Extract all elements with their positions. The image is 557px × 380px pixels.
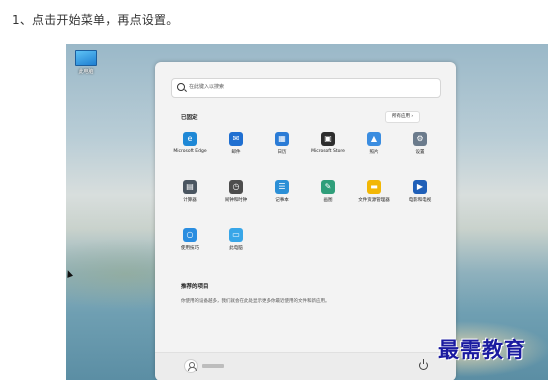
- recommended-empty-text: 你使用的设备越多，我们就会在此处显示更多你最近使用的文件和新应用。: [181, 299, 330, 304]
- pinned-app-notepad[interactable]: ☰ 记事本: [259, 180, 305, 203]
- tips-icon: ○: [183, 228, 197, 242]
- pinned-app-label: 文件资源管理器: [358, 198, 390, 203]
- watermark-logo: 最需教育: [438, 337, 526, 362]
- settings-icon: ⚙: [413, 132, 427, 146]
- pinned-section-title: 已固定: [181, 115, 198, 121]
- pinned-app-label: 画图: [323, 198, 333, 203]
- pinned-app-paint[interactable]: ✎ 画图: [305, 180, 351, 203]
- clock-icon: ◷: [229, 180, 243, 194]
- pinned-app-tips[interactable]: ○ 使用技巧: [167, 228, 213, 251]
- search-input[interactable]: [189, 81, 429, 93]
- edge-icon: e: [183, 132, 197, 146]
- all-apps-button[interactable]: 所有应用 ›: [385, 111, 421, 123]
- start-menu: 已固定 所有应用 › e Microsoft Edge ✉ 邮件 ▦ 日历 ▣ Microso…: [155, 62, 456, 380]
- pinned-app-calendar[interactable]: ▦ 日历: [259, 132, 305, 155]
- pinned-app-label: 照片: [369, 150, 379, 155]
- pinned-app-label: 闹钟和时钟: [224, 198, 248, 203]
- pinned-app-label: 记事本: [275, 198, 289, 203]
- pinned-app-label: 使用技巧: [181, 246, 199, 251]
- username-redacted[interactable]: [202, 364, 224, 368]
- file-explorer-icon: ▬: [367, 180, 381, 194]
- mouse-cursor-icon: [66, 269, 74, 278]
- paint-icon: ✎: [321, 180, 335, 194]
- movies-icon: ▶: [413, 180, 427, 194]
- this-pc-icon: ▭: [229, 228, 243, 242]
- pinned-app-photos[interactable]: ▲ 照片: [351, 132, 397, 155]
- pinned-app-this-pc[interactable]: ▭ 此电脑: [213, 228, 259, 251]
- search-box[interactable]: [171, 78, 441, 98]
- pinned-app-label: 日历: [277, 150, 287, 155]
- pinned-app-clock[interactable]: ◷ 闹钟和时钟: [213, 180, 259, 203]
- instruction-text: 1、点击开始菜单，再点设置。: [12, 13, 179, 27]
- store-icon: ▣: [321, 132, 335, 146]
- pinned-app-label: 此电脑: [229, 246, 243, 251]
- calculator-icon: ▤: [183, 180, 197, 194]
- pinned-app-mail[interactable]: ✉ 邮件: [213, 132, 259, 155]
- pinned-app-label: 设置: [415, 150, 425, 155]
- pinned-app-movies[interactable]: ▶ 电影和电视: [397, 180, 443, 203]
- pinned-app-calculator[interactable]: ▤ 计算器: [167, 180, 213, 203]
- this-pc-desktop-shortcut[interactable]: 此电脑: [73, 50, 99, 75]
- pinned-app-label: 邮件: [231, 150, 241, 155]
- pinned-app-label: Microsoft Edge: [173, 149, 207, 154]
- pinned-app-label: 计算器: [183, 198, 197, 203]
- desktop-icon-label: 此电脑: [78, 69, 94, 75]
- pinned-app-label: 电影和电视: [408, 198, 432, 203]
- user-avatar-icon[interactable]: [184, 359, 198, 373]
- search-icon: [177, 83, 185, 91]
- recommended-section-title: 推荐的项目: [181, 284, 209, 290]
- pinned-app-label: Microsoft Store: [311, 149, 345, 154]
- start-menu-footer: [155, 352, 456, 380]
- pinned-app-settings[interactable]: ⚙ 设置: [397, 132, 443, 155]
- pinned-app-store[interactable]: ▣ Microsoft Store: [305, 132, 351, 154]
- mail-icon: ✉: [229, 132, 243, 146]
- calendar-icon: ▦: [275, 132, 289, 146]
- power-icon[interactable]: [419, 359, 428, 370]
- monitor-icon: [75, 50, 97, 66]
- pinned-app-file-explorer[interactable]: ▬ 文件资源管理器: [351, 180, 397, 203]
- desktop-screenshot: 此电脑 已固定 所有应用 › e Microsoft Edge ✉ 邮件 ▦ 日历 ▣ Mic…: [66, 44, 548, 380]
- photos-icon: ▲: [367, 132, 381, 146]
- pinned-app-edge[interactable]: e Microsoft Edge: [167, 132, 213, 154]
- notepad-icon: ☰: [275, 180, 289, 194]
